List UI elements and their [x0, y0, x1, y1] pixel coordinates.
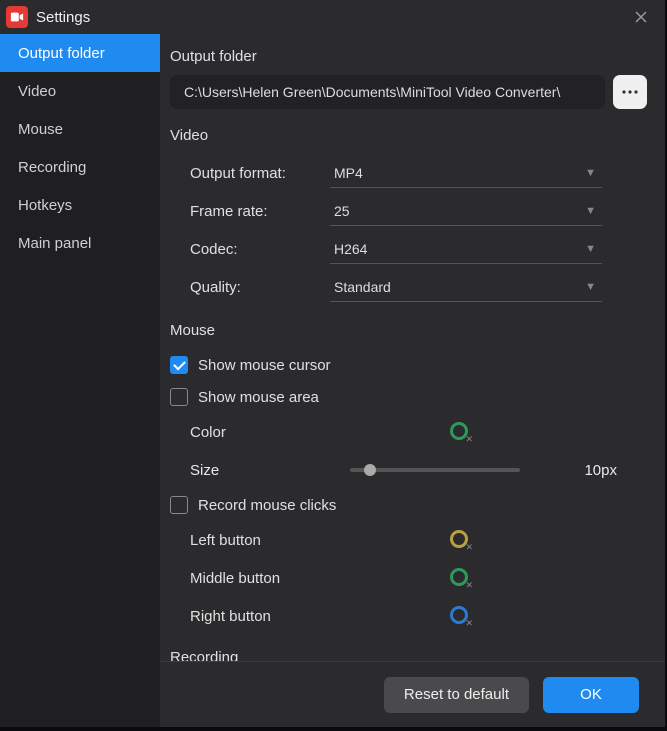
select-value: Standard — [334, 279, 391, 295]
frame-rate-label: Frame rate: — [190, 203, 330, 220]
sidebar-item-label: Video — [18, 83, 56, 100]
show-area-label: Show mouse area — [198, 389, 319, 406]
output-folder-input[interactable] — [170, 75, 605, 109]
quality-select[interactable]: Standard ▼ — [330, 272, 602, 302]
chevron-down-icon: ▼ — [585, 281, 596, 293]
footer: Reset to default OK — [160, 661, 665, 727]
output-format-select[interactable]: MP4 ▼ — [330, 158, 602, 188]
slider-thumb[interactable] — [364, 464, 376, 476]
left-button-label: Left button — [190, 532, 350, 549]
section-title-recording: Recording — [170, 649, 647, 661]
sidebar-item-hotkeys[interactable]: Hotkeys — [0, 186, 160, 224]
show-cursor-label: Show mouse cursor — [198, 357, 331, 374]
select-value: 25 — [334, 203, 350, 219]
chevron-down-icon: ▼ — [585, 167, 596, 179]
codec-label: Codec: — [190, 241, 330, 258]
chevron-down-icon: ▼ — [585, 243, 596, 255]
sidebar-item-video[interactable]: Video — [0, 72, 160, 110]
sidebar-item-label: Output folder — [18, 45, 105, 62]
output-format-label: Output format: — [190, 165, 330, 182]
left-color-swatch[interactable]: ✕ — [450, 530, 470, 550]
select-value: MP4 — [334, 165, 363, 181]
cursor-glyph-icon: ✕ — [465, 618, 473, 629]
frame-rate-select[interactable]: 25 ▼ — [330, 196, 602, 226]
show-area-checkbox[interactable] — [170, 388, 188, 406]
section-title-video: Video — [170, 127, 647, 144]
main-area: Output folder Video Mouse Recording Hotk… — [0, 34, 665, 727]
titlebar: Settings — [0, 0, 665, 34]
reset-default-button[interactable]: Reset to default — [384, 677, 529, 713]
sidebar-item-output-folder[interactable]: Output folder — [0, 34, 160, 72]
right-color-swatch[interactable]: ✕ — [450, 606, 470, 626]
sidebar-item-label: Mouse — [18, 121, 63, 138]
sidebar: Output folder Video Mouse Recording Hotk… — [0, 34, 160, 727]
sidebar-item-label: Hotkeys — [18, 197, 72, 214]
content-wrap: Output folder Video Output format: MP4 — [160, 34, 665, 727]
quality-label: Quality: — [190, 279, 330, 296]
size-label: Size — [190, 462, 350, 479]
sidebar-item-label: Recording — [18, 159, 86, 176]
section-title-mouse: Mouse — [170, 322, 647, 339]
sidebar-item-label: Main panel — [18, 235, 91, 252]
codec-select[interactable]: H264 ▼ — [330, 234, 602, 264]
show-cursor-checkbox[interactable] — [170, 356, 188, 374]
sidebar-item-mouse[interactable]: Mouse — [0, 110, 160, 148]
ok-button[interactable]: OK — [543, 677, 639, 713]
color-label: Color — [190, 424, 350, 441]
size-value: 10px — [584, 462, 617, 479]
area-color-swatch[interactable]: ✕ — [450, 422, 470, 442]
section-title-output-folder: Output folder — [170, 48, 647, 65]
content-scroll[interactable]: Output folder Video Output format: MP4 — [160, 34, 665, 661]
sidebar-item-recording[interactable]: Recording — [0, 148, 160, 186]
right-button-label: Right button — [190, 608, 350, 625]
ellipsis-icon — [622, 89, 638, 95]
close-button[interactable] — [627, 3, 655, 31]
settings-window: Settings Output folder Video Mouse Recor… — [0, 0, 665, 727]
window-title: Settings — [36, 9, 90, 26]
cursor-glyph-icon: ✕ — [465, 580, 473, 591]
chevron-down-icon: ▼ — [585, 205, 596, 217]
app-icon — [6, 6, 28, 28]
middle-color-swatch[interactable]: ✕ — [450, 568, 470, 588]
cursor-glyph-icon: ✕ — [465, 434, 473, 445]
record-clicks-label: Record mouse clicks — [198, 497, 336, 514]
middle-button-label: Middle button — [190, 570, 350, 587]
close-icon — [635, 11, 647, 23]
sidebar-item-main-panel[interactable]: Main panel — [0, 224, 160, 262]
camera-icon — [10, 10, 24, 24]
record-clicks-checkbox[interactable] — [170, 496, 188, 514]
browse-folder-button[interactable] — [613, 75, 647, 109]
cursor-glyph-icon: ✕ — [465, 542, 473, 553]
select-value: H264 — [334, 241, 367, 257]
size-slider[interactable] — [350, 468, 520, 472]
